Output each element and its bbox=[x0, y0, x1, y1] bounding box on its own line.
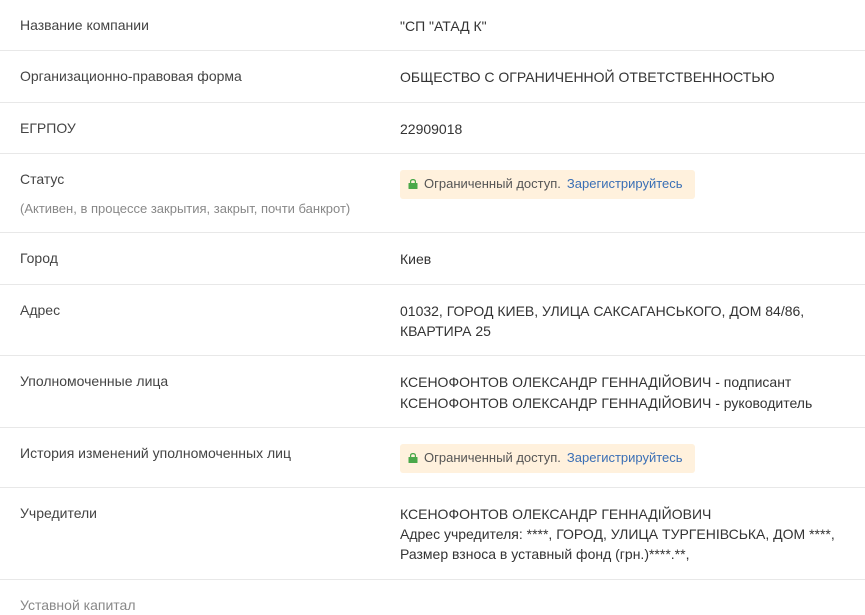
field-value: Киев bbox=[400, 249, 845, 269]
field-label: Учредители bbox=[20, 504, 400, 524]
field-value: ОБЩЕСТВО С ОГРАНИЧЕННОЙ ОТВЕТСТВЕННОСТЬЮ bbox=[400, 67, 845, 87]
info-row-legal-form: Организационно-правовая форма ОБЩЕСТВО С… bbox=[0, 51, 865, 102]
field-value: Ограниченный доступ. Зарегистрируйтесь bbox=[400, 170, 845, 199]
lock-icon bbox=[408, 178, 418, 190]
info-row-status: Статус (Активен, в процессе закрытия, за… bbox=[0, 154, 865, 233]
field-value: 01032, ГОРОД КИЕВ, УЛИЦА САКСАГАНСЬКОГО,… bbox=[400, 301, 845, 342]
field-label: Адрес bbox=[20, 301, 400, 321]
field-value: Ограниченный доступ. Зарегистрируйтесь bbox=[400, 444, 845, 473]
register-link[interactable]: Зарегистрируйтесь bbox=[567, 449, 683, 468]
field-label: ЕГРПОУ bbox=[20, 119, 400, 139]
info-row-founders: Учредители КСЕНОФОНТОВ ОЛЕКСАНДР ГЕННАДІ… bbox=[0, 488, 865, 580]
restricted-text: Ограниченный доступ. bbox=[424, 449, 561, 468]
field-label: Статус (Активен, в процессе закрытия, за… bbox=[20, 170, 400, 218]
info-row-authorized-persons: Уполномоченные лица КСЕНОФОНТОВ ОЛЕКСАНД… bbox=[0, 356, 865, 428]
info-row-city: Город Киев bbox=[0, 233, 865, 284]
restricted-access-badge: Ограниченный доступ. Зарегистрируйтесь bbox=[400, 444, 695, 473]
field-label: Уставной капитал bbox=[20, 596, 400, 615]
field-label: Уполномоченные лица bbox=[20, 372, 400, 392]
restricted-access-badge: Ограниченный доступ. Зарегистрируйтесь bbox=[400, 170, 695, 199]
field-label: Название компании bbox=[20, 16, 400, 36]
info-row-address: Адрес 01032, ГОРОД КИЕВ, УЛИЦА САКСАГАНС… bbox=[0, 285, 865, 357]
field-sublabel: (Активен, в процессе закрытия, закрыт, п… bbox=[20, 201, 400, 218]
field-label: История изменений уполномоченных лиц bbox=[20, 444, 400, 464]
field-value: 22909018 bbox=[400, 119, 845, 139]
lock-icon bbox=[408, 452, 418, 464]
register-link[interactable]: Зарегистрируйтесь bbox=[567, 175, 683, 194]
field-value: "СП "АТАД К" bbox=[400, 16, 845, 36]
info-row-authorized-persons-history: История изменений уполномоченных лиц Огр… bbox=[0, 428, 865, 488]
info-row-egrpou: ЕГРПОУ 22909018 bbox=[0, 103, 865, 154]
field-label: Организационно-правовая форма bbox=[20, 67, 400, 87]
info-row-company-name: Название компании "СП "АТАД К" bbox=[0, 0, 865, 51]
field-value: КСЕНОФОНТОВ ОЛЕКСАНДР ГЕННАДІЙОВИЧ Адрес… bbox=[400, 504, 845, 565]
field-label: Город bbox=[20, 249, 400, 269]
field-value: КСЕНОФОНТОВ ОЛЕКСАНДР ГЕННАДІЙОВИЧ - под… bbox=[400, 372, 845, 413]
restricted-text: Ограниченный доступ. bbox=[424, 175, 561, 194]
info-row-share-capital: Уставной капитал bbox=[0, 580, 865, 615]
